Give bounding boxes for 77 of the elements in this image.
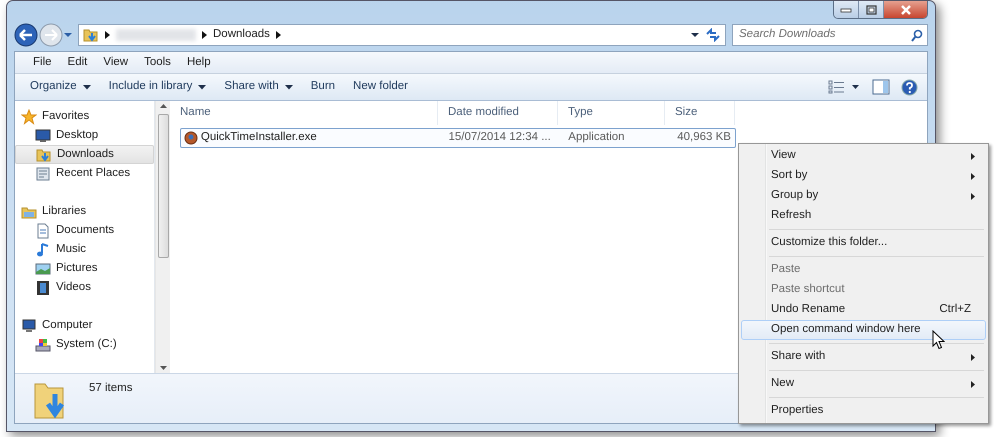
view-options-icon[interactable]	[828, 80, 860, 94]
navigation-item[interactable]: Music	[15, 240, 154, 259]
navigation-group[interactable]: Libraries	[42, 202, 86, 220]
date-modified: 15/07/2014 12:34 ...	[448, 130, 552, 146]
breadcrumb-item[interactable]: Downloads	[213, 26, 270, 44]
picture-icon	[35, 260, 51, 276]
context-menu-item[interactable]: Refresh	[741, 206, 986, 226]
preview-pane-icon[interactable]	[872, 79, 890, 95]
toolbar-button[interactable]: New folder	[344, 76, 418, 98]
search-field[interactable]: Search Downloads	[739, 26, 911, 44]
back-button[interactable]	[14, 23, 38, 47]
column-header[interactable]: Size	[665, 101, 735, 125]
toolbar-button[interactable]: Include in library	[100, 76, 216, 98]
close-icon	[900, 4, 912, 14]
context-menu-item[interactable]: Open command window here	[741, 320, 986, 340]
context-menu-item[interactable]: Sort by	[741, 166, 986, 186]
toolbar-button[interactable]: Organize	[21, 76, 100, 98]
file-type: Application	[567, 130, 626, 146]
menu-item[interactable]: Help	[178, 54, 219, 72]
maximize-icon	[866, 4, 876, 14]
address-dropdown-icon[interactable]	[691, 32, 700, 38]
music-note-icon	[35, 242, 51, 258]
downloads-folder-icon	[36, 146, 52, 162]
context-menu-item[interactable]: Customize this folder...	[741, 233, 986, 253]
file-name: QuickTimeInstaller.exe	[200, 130, 317, 146]
context-menu-item[interactable]: Group by	[741, 186, 986, 206]
toolbar-button[interactable]: Burn	[302, 76, 344, 98]
navigation-item[interactable]: Downloads	[15, 145, 154, 164]
drive-icon	[35, 336, 51, 352]
navigation-item[interactable]: Recent Places	[15, 164, 154, 183]
help-icon[interactable]	[901, 78, 918, 96]
star-icon	[21, 108, 37, 124]
refresh-icon[interactable]	[705, 28, 721, 42]
navigation-item[interactable]: Desktop	[15, 126, 154, 145]
computer-icon	[21, 318, 37, 334]
film-strip-icon	[35, 280, 51, 296]
file-size: 40,963 KB	[676, 130, 732, 146]
document-icon	[35, 222, 51, 238]
shortcut-text: Ctrl+Z	[939, 302, 971, 318]
file-row[interactable]: QuickTimeInstaller.exe 15/07/2014 12:34 ... Application 40,963 KB	[180, 128, 736, 148]
menu-item[interactable]: View	[95, 54, 136, 72]
column-header[interactable]: Type	[558, 101, 665, 125]
breadcrumb-arrow-icon	[276, 31, 281, 39]
navigation-scrollbar[interactable]	[155, 101, 170, 373]
column-header[interactable]: Name	[170, 101, 438, 125]
context-menu-item[interactable]: View	[741, 146, 986, 166]
minimize-button[interactable]	[834, 1, 859, 18]
toolbar-button[interactable]: Share with	[215, 76, 302, 98]
search-icon	[911, 28, 923, 42]
downloads-folder-icon	[83, 27, 99, 43]
context-menu-item[interactable]: New	[741, 374, 986, 394]
monitor-icon	[35, 128, 51, 144]
navigation-item[interactable]: Videos	[15, 278, 154, 297]
minimize-icon	[840, 6, 852, 12]
mouse-pointer-icon	[932, 330, 945, 350]
navigation-group[interactable]: Favorites	[42, 108, 90, 126]
address-bar[interactable]: Downloads	[78, 24, 726, 46]
navigation-group[interactable]: Computer	[42, 316, 92, 334]
recent-places-icon	[35, 166, 51, 182]
menu-item[interactable]: Tools	[136, 54, 179, 72]
maximize-button[interactable]	[859, 1, 884, 18]
history-dropdown-icon[interactable]	[64, 32, 72, 38]
column-header[interactable]: Date modified	[438, 101, 558, 125]
context-menu-item[interactable]: Undo Rename Ctrl+Z	[741, 300, 986, 320]
close-button[interactable]	[884, 1, 927, 18]
context-menu-item[interactable]: Share with	[741, 347, 986, 367]
navigation-item[interactable]: Documents	[15, 221, 154, 240]
item-count: 57 items	[89, 381, 132, 396]
search-box[interactable]: Search Downloads	[732, 24, 928, 46]
menu-item[interactable]: Edit	[60, 54, 96, 72]
application-icon	[184, 131, 198, 145]
context-menu-item[interactable]: Properties	[741, 401, 986, 421]
navigation-item[interactable]: System (C:)	[15, 335, 154, 354]
breadcrumb-arrow-icon	[105, 31, 110, 39]
navigation-item[interactable]: Pictures	[15, 259, 154, 278]
menu-item[interactable]: File	[25, 54, 60, 72]
breadcrumb-arrow-icon	[202, 31, 207, 39]
